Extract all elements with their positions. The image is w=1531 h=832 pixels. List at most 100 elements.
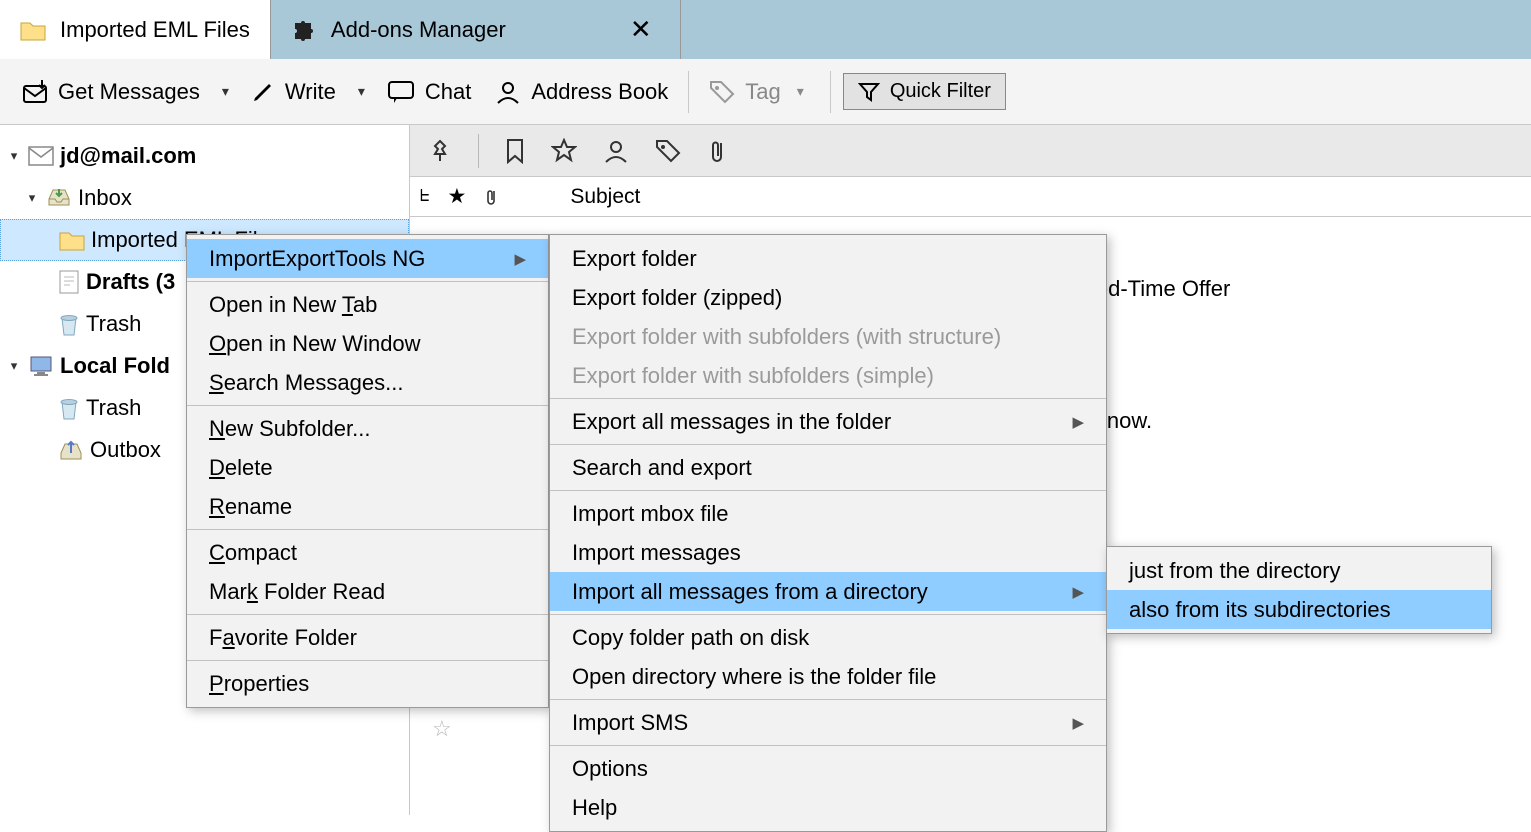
menu-compact[interactable]: Compact — [187, 533, 548, 572]
local-trash-label: Trash — [86, 395, 141, 421]
menu-separator — [550, 398, 1106, 399]
menu-copy-path[interactable]: Copy folder path on disk — [550, 618, 1106, 657]
menu-just-from-dir[interactable]: just from the directory — [1107, 551, 1491, 590]
menu-export-all[interactable]: Export all messages in the folder▶ — [550, 402, 1106, 441]
menu-search-messages[interactable]: Search Messages... — [187, 363, 548, 402]
get-messages-button[interactable]: Get Messages — [14, 73, 208, 111]
menu-import-all-dir[interactable]: Import all messages from a directory▶ — [550, 572, 1106, 611]
star-column-icon[interactable]: ★ — [447, 184, 466, 209]
address-book-label: Address Book — [531, 79, 668, 105]
inbox-row[interactable]: ▾ Inbox — [0, 177, 409, 219]
chat-button[interactable]: Chat — [379, 73, 479, 111]
account-row[interactable]: ▾ jd@mail.com — [0, 135, 409, 177]
menu-separator — [187, 614, 548, 615]
toolbar-separator — [688, 71, 689, 113]
twisty-icon[interactable]: ▾ — [6, 148, 22, 164]
tab-addons-manager[interactable]: Add-ons Manager ✕ — [271, 0, 681, 59]
chat-icon — [387, 80, 415, 104]
contact-icon[interactable] — [603, 138, 629, 164]
menu-rename[interactable]: Rename — [187, 487, 548, 526]
menu-search-export[interactable]: Search and export — [550, 448, 1106, 487]
close-icon[interactable]: ✕ — [630, 14, 652, 45]
menu-separator — [187, 529, 548, 530]
get-messages-icon — [22, 80, 48, 104]
tag-dropdown: ▾ — [791, 83, 810, 100]
tag-icon[interactable] — [655, 139, 681, 163]
write-label: Write — [285, 79, 336, 105]
attachment-icon[interactable] — [707, 137, 727, 165]
account-label: jd@mail.com — [60, 143, 196, 169]
trash-label: Trash — [86, 311, 141, 337]
menu-import-messages[interactable]: Import messages — [550, 533, 1106, 572]
subject-column-header[interactable]: Subject — [570, 185, 640, 209]
import-dir-submenu: just from the directory also from its su… — [1106, 546, 1492, 634]
outbox-icon — [58, 439, 84, 461]
thread-column-icon[interactable]: ᖶ — [420, 188, 429, 206]
quick-filter-button[interactable]: Quick Filter — [843, 73, 1006, 110]
menu-export-sub-struct: Export folder with subfolders (with stru… — [550, 317, 1106, 356]
menu-separator — [187, 660, 548, 661]
local-folders-label: Local Fold — [60, 353, 170, 379]
column-header: ᖶ ★ Subject — [410, 177, 1531, 217]
inbox-icon — [46, 187, 72, 209]
star-icon[interactable] — [551, 138, 577, 164]
submenu-arrow-icon: ▶ — [1072, 583, 1084, 601]
star-icon[interactable]: ☆ — [432, 716, 452, 742]
menu-help[interactable]: Help — [550, 788, 1106, 827]
menu-importexporttools[interactable]: ImportExportTools NG ▶ — [187, 239, 548, 278]
drafts-icon — [58, 269, 80, 295]
submenu-arrow-icon: ▶ — [514, 250, 526, 268]
computer-icon — [28, 354, 54, 378]
menu-also-subdirs[interactable]: also from its subdirectories — [1107, 590, 1491, 629]
submenu-arrow-icon: ▶ — [1072, 714, 1084, 732]
menu-import-mbox[interactable]: Import mbox file — [550, 494, 1106, 533]
filter-icon — [858, 81, 880, 103]
menu-export-folder[interactable]: Export folder — [550, 239, 1106, 278]
write-button[interactable]: Write — [243, 73, 344, 111]
main-toolbar: Get Messages ▾ Write ▾ Chat Address Book… — [0, 59, 1531, 125]
twisty-icon[interactable]: ▾ — [6, 358, 22, 374]
get-messages-label: Get Messages — [58, 79, 200, 105]
tab-imported-eml[interactable]: Imported EML Files — [0, 0, 271, 59]
folder-context-menu: ImportExportTools NG ▶ Open in New Tab O… — [186, 234, 549, 708]
attachment-column-icon[interactable] — [484, 187, 498, 207]
menu-label: ImportExportTools NG — [209, 246, 425, 272]
pin-icon[interactable] — [428, 139, 452, 163]
menu-separator — [550, 490, 1106, 491]
chat-label: Chat — [425, 79, 471, 105]
tag-label: Tag — [745, 79, 780, 105]
folder-icon — [59, 229, 85, 251]
bookmark-icon[interactable] — [505, 138, 525, 164]
trash-icon — [58, 395, 80, 421]
trash-icon — [58, 311, 80, 337]
menu-separator — [550, 699, 1106, 700]
filter-icon-bar — [410, 125, 1531, 177]
menu-separator — [187, 281, 548, 282]
folder-icon — [20, 17, 46, 43]
menu-separator — [550, 745, 1106, 746]
menu-new-subfolder[interactable]: New Subfolder... — [187, 409, 548, 448]
menu-properties[interactable]: Properties — [187, 664, 548, 703]
menu-favorite-folder[interactable]: Favorite Folder — [187, 618, 548, 657]
tab-title: Imported EML Files — [60, 17, 250, 43]
menu-mark-folder-read[interactable]: Mark Folder Read — [187, 572, 548, 611]
toolbar-separator — [830, 71, 831, 113]
write-dropdown[interactable]: ▾ — [352, 83, 371, 100]
menu-open-new-tab[interactable]: Open in New Tab — [187, 285, 548, 324]
menu-open-new-window[interactable]: Open in New Window — [187, 324, 548, 363]
import-export-submenu: Export folder Export folder (zipped) Exp… — [549, 234, 1107, 832]
menu-export-zipped[interactable]: Export folder (zipped) — [550, 278, 1106, 317]
menu-options[interactable]: Options — [550, 749, 1106, 788]
mail-icon — [28, 146, 54, 166]
menu-open-dir[interactable]: Open directory where is the folder file — [550, 657, 1106, 696]
inbox-label: Inbox — [78, 185, 132, 211]
tag-icon — [709, 80, 735, 104]
menu-delete[interactable]: Delete — [187, 448, 548, 487]
menu-import-sms[interactable]: Import SMS▶ — [550, 703, 1106, 742]
get-messages-dropdown[interactable]: ▾ — [216, 83, 235, 100]
address-book-button[interactable]: Address Book — [487, 73, 676, 111]
twisty-icon[interactable]: ▾ — [24, 190, 40, 206]
tab-title: Add-ons Manager — [331, 17, 506, 43]
tag-button[interactable]: Tag ▾ — [701, 73, 818, 111]
submenu-arrow-icon: ▶ — [1072, 413, 1084, 431]
